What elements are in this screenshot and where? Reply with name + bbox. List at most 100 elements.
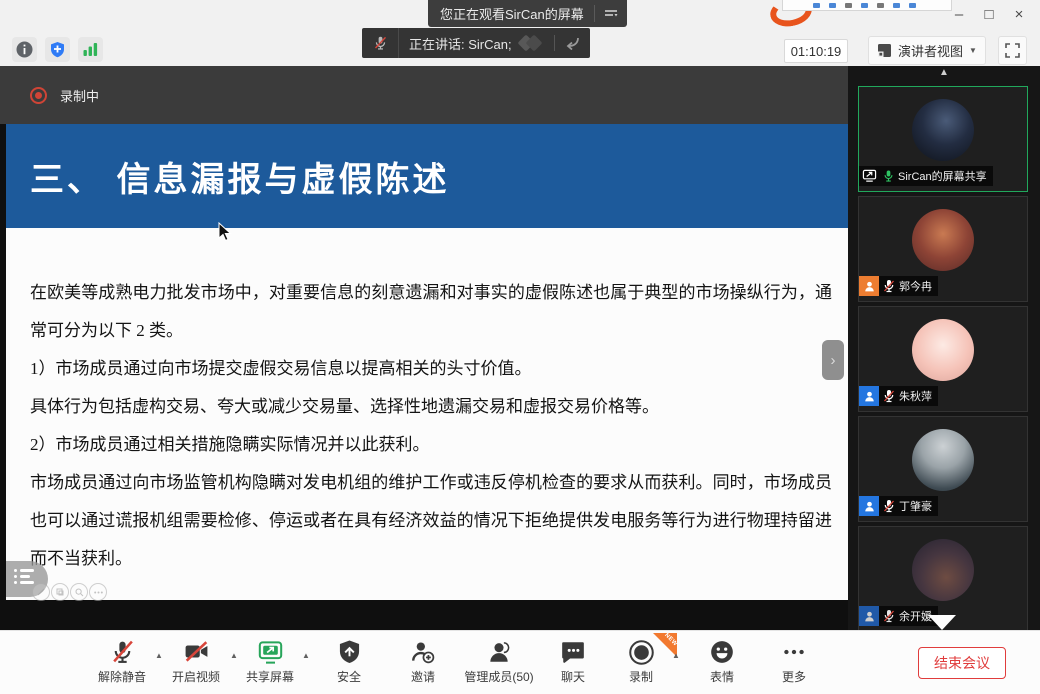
close-button[interactable]: × [1004, 2, 1034, 26]
participant-tile[interactable]: 丁肇豪 [858, 416, 1028, 522]
participant-name: SirCan的屏幕共享 [898, 168, 987, 184]
participant-tiles: SirCan的屏幕共享 [858, 86, 1028, 630]
minimize-button[interactable]: – [944, 2, 974, 26]
participant-name: 朱秋萍 [899, 388, 932, 404]
divider [554, 35, 555, 51]
slides-icon [56, 588, 64, 596]
annotation-tool-icon[interactable] [845, 3, 852, 8]
scroll-down-arrow[interactable] [928, 615, 956, 630]
fullscreen-button[interactable] [998, 36, 1027, 65]
record-options-caret[interactable]: ▲ [672, 651, 680, 660]
mouse-cursor [218, 222, 232, 247]
annotation-tool-icon[interactable] [813, 3, 820, 8]
security-button[interactable]: 安全 [307, 638, 391, 685]
more-tools-button[interactable] [89, 583, 107, 601]
screen-share-badge [859, 166, 879, 186]
annotation-tool-icon[interactable] [893, 3, 900, 8]
chevron-down-icon: ▼ [969, 46, 977, 55]
record-button[interactable]: NEW 录制 [599, 638, 683, 685]
watching-banner: 您正在观看SirCan的屏幕 [428, 0, 627, 27]
person-icon [863, 500, 876, 513]
zoom-tool-button[interactable] [70, 583, 88, 601]
participant-nameplate: 余开媛 [859, 606, 938, 626]
self-mute-button[interactable] [362, 28, 399, 58]
more-button[interactable]: 更多 [752, 638, 836, 685]
screen-share-icon [862, 169, 877, 183]
members-icon [486, 639, 512, 665]
end-meeting-button[interactable]: 结束会议 [918, 647, 1006, 679]
shared-screen-area: 录制中 三、 信息漏报与虚假陈述 在欧美等成熟电力批发市场中，对重要信息的刻意遗… [0, 66, 848, 630]
invite-icon [410, 639, 436, 665]
security-status-button[interactable] [45, 37, 70, 62]
pen-tool-button[interactable] [32, 583, 50, 601]
invite-button[interactable]: 邀请 [381, 638, 465, 685]
avatar [912, 209, 974, 271]
presentation-slide: 三、 信息漏报与虚假陈述 在欧美等成熟电力批发市场中，对重要信息的刻意遗漏和对事… [6, 124, 848, 600]
reply-arrow-button[interactable] [564, 36, 590, 50]
annotation-tool-icon[interactable] [877, 3, 884, 8]
meeting-toolbar: 解除静音 ▲ 开启视频 ▲ [0, 630, 1040, 694]
menu-icon [604, 8, 618, 20]
meeting-window: – □ × 您正在观看SirCan的屏幕 [0, 0, 1040, 694]
annotation-toolbar-partial[interactable] [782, 0, 952, 11]
maximize-button[interactable]: □ [974, 2, 1004, 26]
more-dots-icon [781, 639, 807, 665]
shield-icon [338, 639, 361, 665]
participant-nameplate: 朱秋萍 [859, 386, 938, 406]
slide-paragraph: 在欧美等成熟电力批发市场中，对重要信息的刻意遗漏和对事实的虚假陈述也属于典型的市… [30, 274, 832, 350]
participant-tile[interactable]: 郭今冉 [858, 196, 1028, 302]
person-icon [863, 610, 876, 623]
person-icon [863, 390, 876, 403]
annotation-tool-icon[interactable] [861, 3, 868, 8]
view-mode-label: 演讲者视图 [898, 41, 963, 60]
unmute-button[interactable]: 解除静音 [80, 638, 164, 685]
mic-muted-icon [883, 389, 895, 403]
annotation-tool-icon[interactable] [829, 3, 836, 8]
mic-muted-icon [373, 35, 388, 51]
ellipsis-icon [94, 591, 103, 594]
pen-icon [37, 588, 45, 596]
record-icon [628, 639, 655, 666]
sidebar-collapse-handle[interactable]: › [822, 340, 844, 380]
avatar [912, 319, 974, 381]
scroll-up-arrow[interactable]: ▲ [848, 67, 1040, 79]
banner-menu-button[interactable] [594, 5, 627, 22]
recording-dot-icon [30, 87, 47, 104]
slide-paragraph: 市场成员通过向市场监管机构隐瞒对发电机组的维护工作或违反停机检查的要求从而获利。… [30, 464, 832, 578]
reply-arrow-icon [564, 36, 580, 50]
layout-view-icon [877, 43, 892, 58]
manage-members-button[interactable]: 管理成员(50) [457, 638, 541, 685]
speaking-label: 正在讲话: SirCan; [399, 34, 520, 53]
start-video-button[interactable]: 开启视频 [154, 638, 238, 685]
emoji-icon [709, 639, 735, 665]
info-icon [16, 41, 33, 58]
person-icon [863, 280, 876, 293]
view-mode-button[interactable]: 演讲者视图 ▼ [868, 36, 986, 65]
host-badge [859, 276, 879, 296]
chat-icon [560, 640, 586, 665]
mic-muted-icon [110, 639, 135, 665]
slide-paragraph: 1）市场成员通过向市场提交虚假交易信息以提高相关的头寸价值。 [30, 350, 832, 388]
participant-nameplate: SirCan的屏幕共享 [859, 166, 993, 186]
share-screen-button[interactable]: 共享屏幕 [228, 638, 312, 685]
member-badge [859, 496, 879, 516]
member-badge [859, 386, 879, 406]
participants-sidebar: ▲ [848, 66, 1040, 630]
magnifier-icon [75, 588, 84, 597]
recording-label: 录制中 [60, 86, 99, 105]
network-quality-button[interactable] [78, 37, 103, 62]
meeting-info-button[interactable] [12, 37, 37, 62]
slide-paragraph: 2）市场成员通过相关措施隐瞒实际情况并以此获利。 [30, 426, 832, 464]
participant-nameplate: 丁肇豪 [859, 496, 938, 516]
annotation-tool-icon[interactable] [909, 3, 916, 8]
slides-overview-button[interactable] [51, 583, 69, 601]
participant-name: 丁肇豪 [899, 498, 932, 514]
slide-title: 三、 信息漏报与虚假陈述 [6, 152, 449, 201]
participant-tile[interactable]: 朱秋萍 [858, 306, 1028, 412]
participant-name: 郭今冉 [899, 278, 932, 294]
meeting-timer: 01:10:19 [784, 39, 848, 63]
mic-muted-icon [883, 499, 895, 513]
window-controls: – □ × [944, 2, 1034, 26]
participant-tile-sircan-share[interactable]: SirCan的屏幕共享 [858, 86, 1028, 192]
participant-nameplate: 郭今冉 [859, 276, 938, 296]
